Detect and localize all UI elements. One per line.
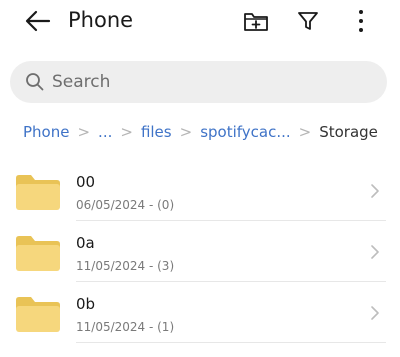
list-item[interactable]: 0a 11/05/2024 - (3) [0, 221, 400, 282]
filter-button[interactable] [293, 6, 323, 36]
folder-icon [16, 175, 60, 210]
breadcrumb-separator: > [120, 123, 133, 141]
top-bar: Phone [0, 0, 400, 44]
new-folder-button[interactable] [241, 6, 271, 36]
file-list: 00 06/05/2024 - (0) 0a 11/05/2024 - (3) [0, 160, 400, 343]
more-vertical-icon [359, 10, 363, 32]
folder-icon [16, 236, 60, 271]
folder-icon [16, 297, 60, 332]
page-title: Phone [68, 8, 134, 32]
chevron-right-icon [367, 243, 383, 261]
folder-name: 0b [76, 295, 96, 313]
breadcrumb-separator: > [179, 123, 193, 141]
folder-meta: 11/05/2024 - (1) [76, 320, 175, 334]
breadcrumb-item-spotifycache[interactable]: spotifycac... [200, 121, 290, 143]
search-bar[interactable] [10, 61, 387, 103]
search-icon [24, 71, 46, 93]
file-manager-screen: Phone Search Phone > ... > files > spoti… [0, 0, 400, 357]
chevron-right-icon [367, 304, 383, 322]
breadcrumb-separator: > [77, 123, 91, 141]
back-button[interactable] [20, 6, 56, 36]
filter-icon [298, 12, 318, 30]
breadcrumb: Phone > ... > files > spotifycac... > St… [23, 121, 400, 143]
new-folder-icon [244, 13, 268, 31]
divider [76, 342, 386, 343]
folder-meta: 06/05/2024 - (0) [76, 198, 175, 212]
chevron-right-icon [367, 182, 383, 200]
list-item[interactable]: 0b 11/05/2024 - (1) [0, 282, 400, 343]
folder-name: 00 [76, 173, 96, 191]
breadcrumb-item-phone[interactable]: Phone [23, 121, 69, 143]
folder-name: 0a [76, 234, 95, 252]
list-item[interactable]: 00 06/05/2024 - (0) [0, 160, 400, 221]
breadcrumb-item-files[interactable]: files [141, 121, 172, 143]
more-options-button[interactable] [346, 6, 376, 36]
breadcrumb-item-ellipsis[interactable]: ... [98, 121, 112, 143]
search-input[interactable] [52, 72, 352, 92]
breadcrumb-item-storage: Storage [319, 123, 378, 141]
folder-meta: 11/05/2024 - (3) [76, 259, 175, 273]
breadcrumb-separator: > [298, 123, 312, 141]
back-arrow-icon [25, 10, 51, 32]
